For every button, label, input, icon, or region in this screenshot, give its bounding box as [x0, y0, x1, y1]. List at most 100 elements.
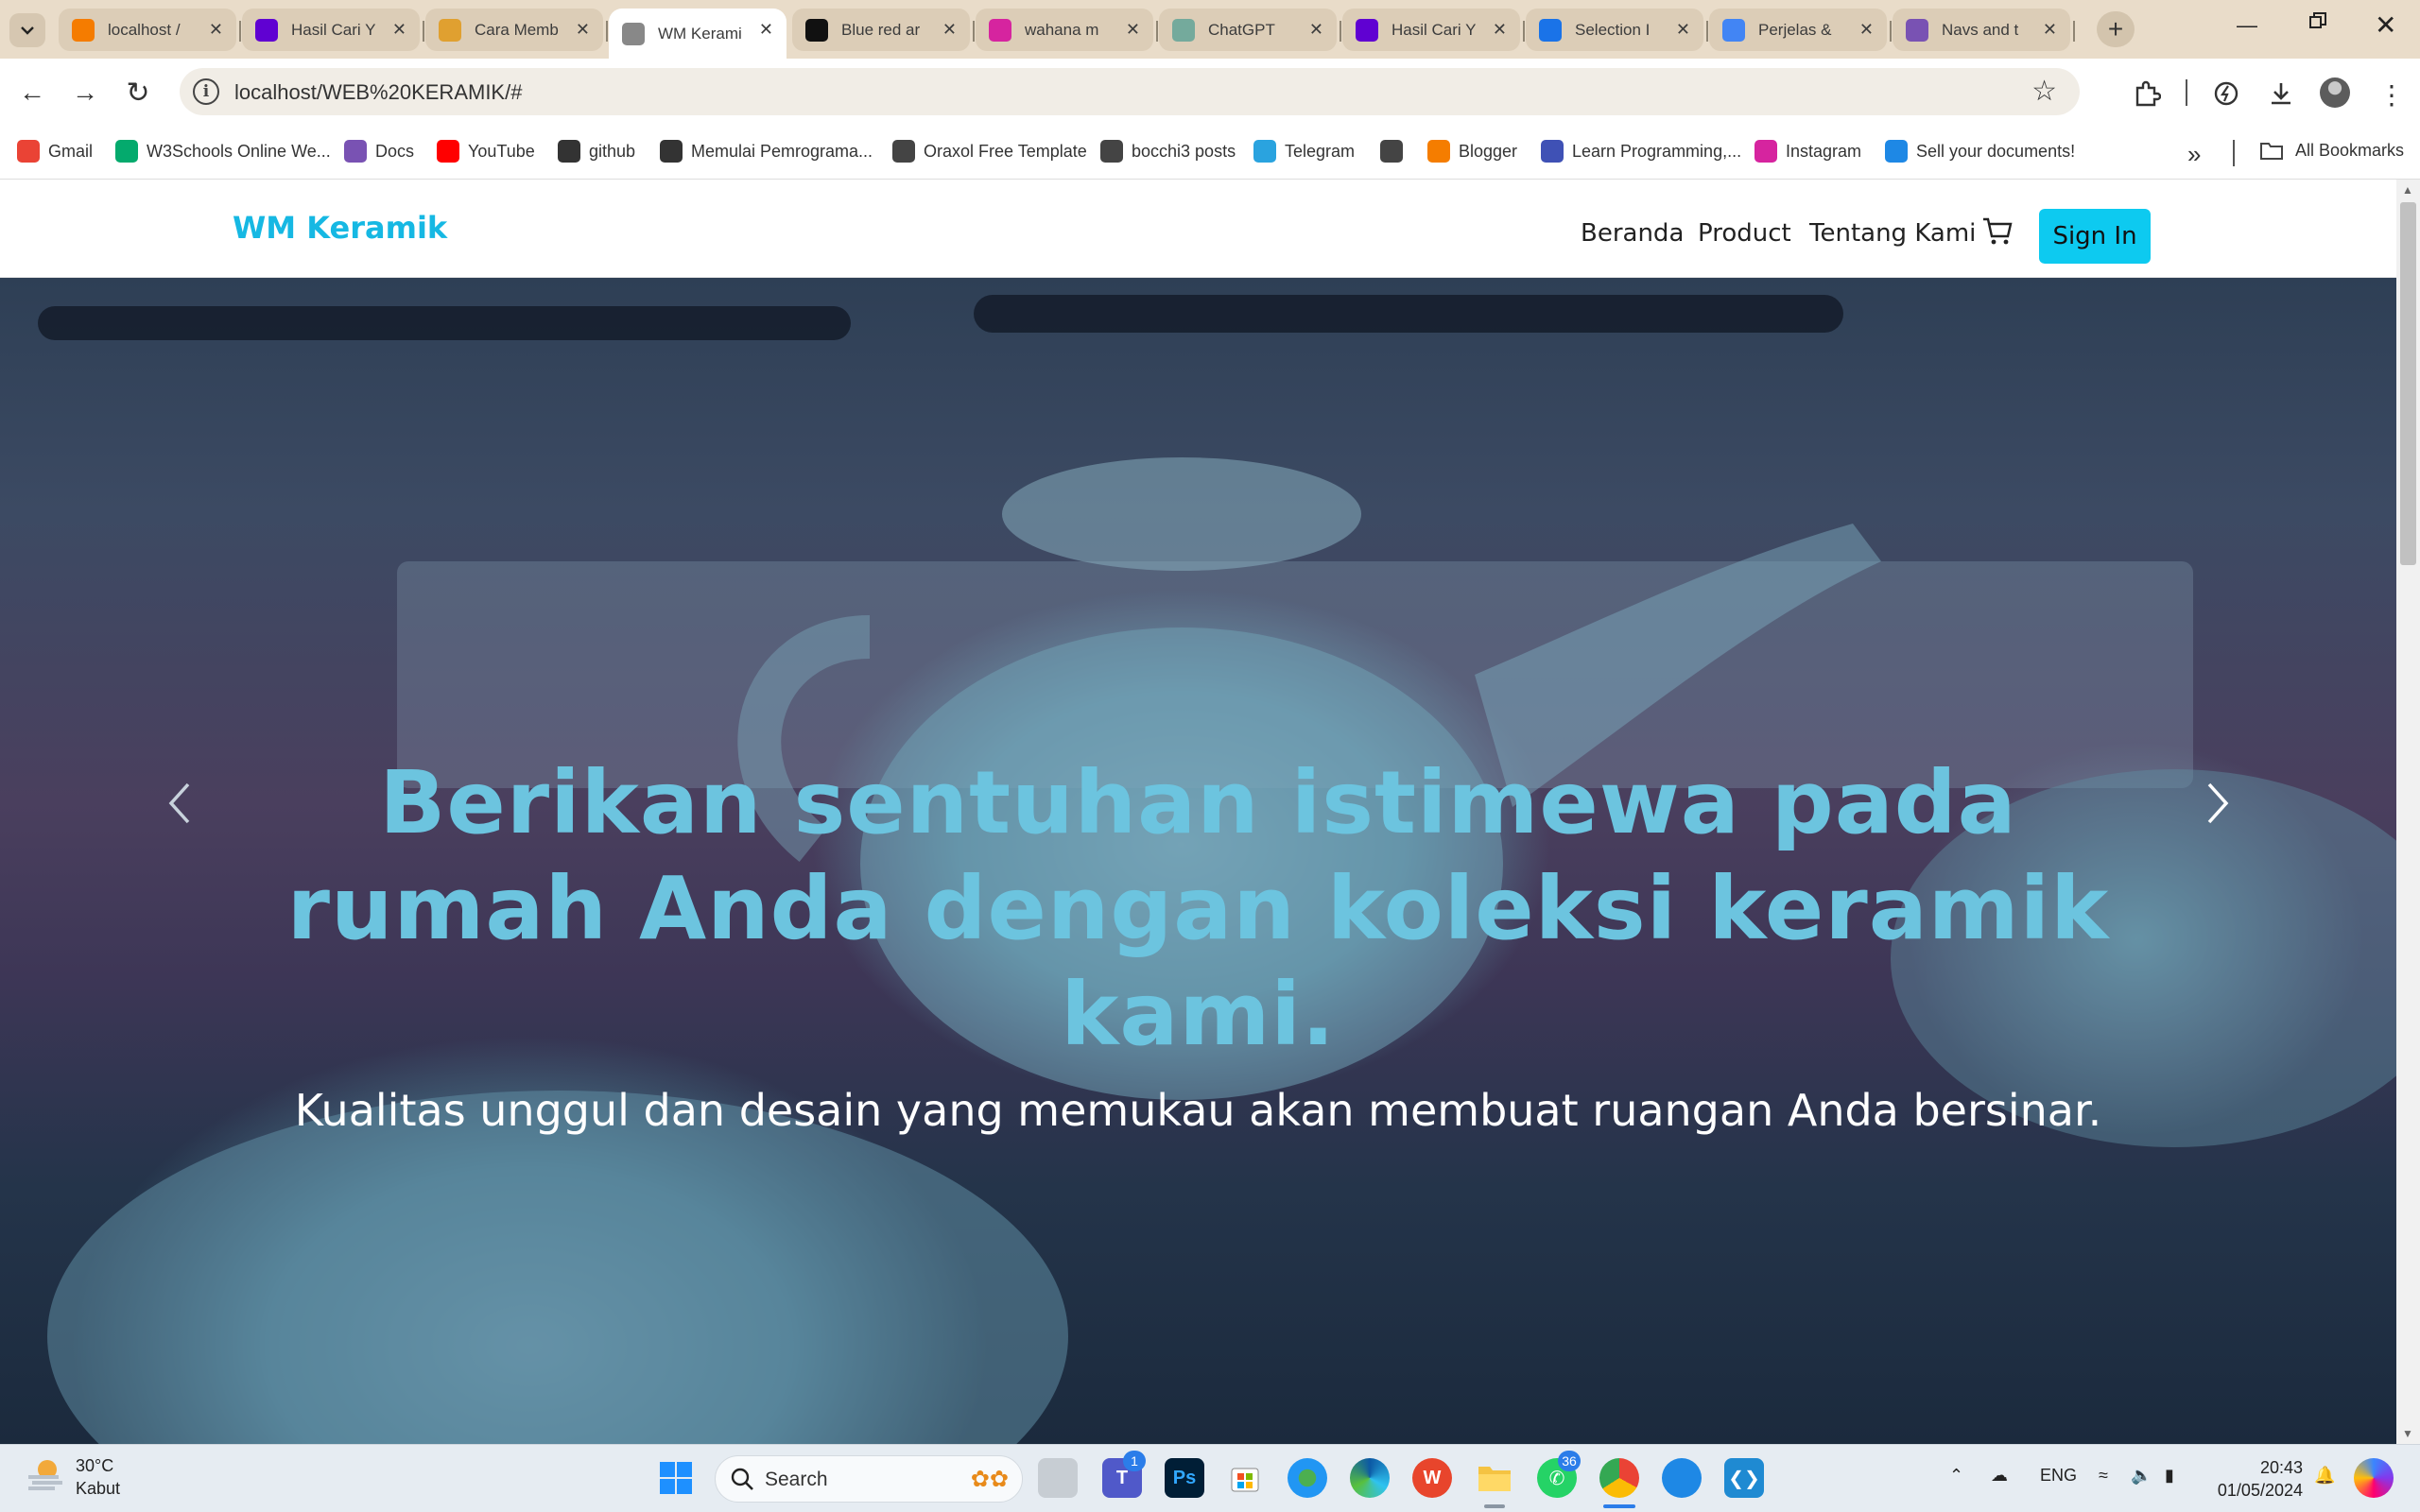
- close-tab-icon[interactable]: ✕: [759, 20, 773, 40]
- browser-tab[interactable]: Hasil Cari Y ✕: [1342, 9, 1525, 51]
- profile-avatar[interactable]: [2320, 77, 2350, 108]
- volume-icon[interactable]: 🔈: [2131, 1466, 2152, 1486]
- scroll-down-icon[interactable]: ▼: [2402, 1427, 2413, 1440]
- browser-tab[interactable]: Navs and t ✕: [1893, 9, 2075, 51]
- bookmark-item[interactable]: YouTube: [437, 140, 535, 163]
- microsoft-store-icon[interactable]: [1225, 1458, 1265, 1498]
- bookmark-item[interactable]: Gmail: [17, 140, 93, 163]
- browser-tab[interactable]: wahana m ✕: [976, 9, 1158, 51]
- notification-bell-icon[interactable]: 🔔: [2314, 1466, 2335, 1486]
- menu-kebab-icon[interactable]: ⋮: [2378, 79, 2405, 111]
- browser-tab[interactable]: Cara Memb ✕: [425, 9, 608, 51]
- browser-tab-strip: localhost / ✕ Hasil Cari Y ✕ Cara Memb ✕ WM Ke…: [0, 0, 2420, 59]
- performance-icon[interactable]: [2212, 79, 2240, 114]
- browser-tab[interactable]: Hasil Cari Y ✕: [242, 9, 424, 51]
- forward-icon[interactable]: →: [68, 76, 102, 110]
- youtube-icon: [437, 140, 459, 163]
- back-icon[interactable]: ←: [15, 76, 49, 110]
- browser-tab[interactable]: Perjelas & ✕: [1709, 9, 1892, 51]
- weather-widget[interactable]: 30°C Kabut: [25, 1454, 120, 1500]
- scroll-up-icon[interactable]: ▲: [2402, 183, 2413, 197]
- bookmark-label: bocchi3 posts: [1132, 141, 1236, 161]
- browser-tab[interactable]: WM Kerami ✕: [609, 9, 786, 59]
- close-tab-icon[interactable]: ✕: [1309, 20, 1323, 40]
- nav-link-beranda[interactable]: Beranda: [1581, 219, 1684, 248]
- browser-tab[interactable]: Blue red ar ✕: [792, 9, 975, 51]
- instagram-icon: [1754, 140, 1777, 163]
- hero-caption: Berikan sentuhan istimewa pada rumah And…: [0, 750, 2396, 1136]
- bookmark-label: Memulai Pemrograma...: [691, 141, 873, 161]
- photoshop-icon[interactable]: Ps: [1165, 1458, 1204, 1498]
- edge-icon[interactable]: [1350, 1458, 1390, 1498]
- reload-icon[interactable]: ↻: [121, 76, 155, 110]
- bookmark-item[interactable]: [1380, 140, 1411, 163]
- new-tab-button[interactable]: +: [2097, 11, 2135, 47]
- bookmark-item[interactable]: github: [558, 140, 635, 163]
- sign-in-button[interactable]: Sign In: [2039, 209, 2151, 264]
- close-tab-icon[interactable]: ✕: [576, 20, 590, 40]
- bookmark-item[interactable]: Memulai Pemrograma...: [660, 140, 873, 163]
- nav-link-tentang-kami[interactable]: Tentang Kami: [1809, 219, 1976, 248]
- web-favicon-icon: [1541, 140, 1564, 163]
- scroll-thumb[interactable]: [2400, 202, 2416, 565]
- all-bookmarks-folder[interactable]: All Bookmarks: [2259, 140, 2404, 161]
- windows-start-icon[interactable]: [656, 1458, 696, 1498]
- close-tab-icon[interactable]: ✕: [1859, 20, 1874, 40]
- input-language[interactable]: ENG: [2040, 1466, 2077, 1486]
- chrome-icon[interactable]: [1599, 1458, 1639, 1498]
- nav-link-product[interactable]: Product: [1698, 219, 1791, 248]
- browser-app-icon[interactable]: [1662, 1458, 1702, 1498]
- browser-tab[interactable]: Selection I ✕: [1526, 9, 1708, 51]
- site-brand-logo[interactable]: WM Keramik: [233, 210, 447, 246]
- copilot-icon[interactable]: [2354, 1458, 2394, 1498]
- url-text[interactable]: localhost/WEB%20KERAMIK/#: [234, 80, 522, 105]
- maps-icon[interactable]: [1288, 1458, 1327, 1498]
- close-tab-icon[interactable]: ✕: [1493, 20, 1507, 40]
- toolbar-divider: [2186, 79, 2187, 106]
- task-view-icon[interactable]: [1038, 1458, 1078, 1498]
- minimize-icon[interactable]: —: [2237, 13, 2257, 38]
- bookmark-item[interactable]: Oraxol Free Template: [892, 140, 1087, 163]
- download-icon[interactable]: [2267, 79, 2295, 114]
- close-window-icon[interactable]: ✕: [2375, 9, 2396, 41]
- restore-icon[interactable]: [2308, 11, 2327, 36]
- bookmark-star-icon[interactable]: ☆: [2031, 75, 2057, 108]
- browser-toolbar: ← → ↻ i localhost/WEB%20KERAMIK/# ☆ ⋮: [0, 59, 2420, 127]
- bookmarks-overflow-icon[interactable]: »: [2187, 140, 2201, 169]
- browser-tab[interactable]: ChatGPT ✕: [1159, 9, 1341, 51]
- site-info-icon[interactable]: i: [193, 78, 219, 105]
- close-tab-icon[interactable]: ✕: [942, 20, 957, 40]
- close-tab-icon[interactable]: ✕: [2043, 20, 2057, 40]
- close-tab-icon[interactable]: ✕: [392, 20, 406, 40]
- taskbar-search[interactable]: Search ✿✿: [715, 1455, 1023, 1503]
- tray-status-icon[interactable]: ☁: [1991, 1466, 2008, 1486]
- address-bar[interactable]: i localhost/WEB%20KERAMIK/# ☆: [180, 68, 2080, 115]
- chevron-down-icon: [21, 26, 34, 35]
- bookmark-item[interactable]: Sell your documents!: [1885, 140, 2075, 163]
- browser-tab[interactable]: localhost / ✕: [59, 9, 241, 51]
- tray-overflow-icon[interactable]: ⌃: [1949, 1466, 1963, 1486]
- vscode-icon[interactable]: ❮❯: [1724, 1458, 1764, 1498]
- bookmark-item[interactable]: Instagram: [1754, 140, 1861, 163]
- page-scrollbar[interactable]: ▲ ▼: [2396, 180, 2420, 1444]
- system-clock[interactable]: 20:43 01/05/2024: [2212, 1456, 2303, 1502]
- bookmark-item[interactable]: bocchi3 posts: [1100, 140, 1236, 163]
- cart-icon[interactable]: [1981, 215, 2014, 250]
- close-tab-icon[interactable]: ✕: [1676, 20, 1690, 40]
- close-tab-icon[interactable]: ✕: [209, 20, 223, 40]
- web-favicon-icon: [1885, 140, 1908, 163]
- bookmark-item[interactable]: Learn Programming,...: [1541, 140, 1741, 163]
- file-explorer-icon[interactable]: [1475, 1458, 1514, 1498]
- bookmark-label: Sell your documents!: [1916, 141, 2076, 161]
- battery-icon[interactable]: ▮: [2165, 1466, 2174, 1486]
- tab-separator: [1890, 21, 1892, 42]
- bookmark-item[interactable]: Telegram: [1253, 140, 1355, 163]
- bookmark-item[interactable]: Blogger: [1427, 140, 1517, 163]
- close-tab-icon[interactable]: ✕: [1126, 20, 1140, 40]
- wps-office-icon[interactable]: W: [1412, 1458, 1452, 1498]
- wifi-icon[interactable]: ≈: [2099, 1466, 2108, 1486]
- bookmark-item[interactable]: W3Schools Online We...: [115, 140, 331, 163]
- tab-search-button[interactable]: [9, 13, 45, 47]
- bookmark-item[interactable]: Docs: [344, 140, 414, 163]
- extensions-icon[interactable]: [2133, 79, 2162, 114]
